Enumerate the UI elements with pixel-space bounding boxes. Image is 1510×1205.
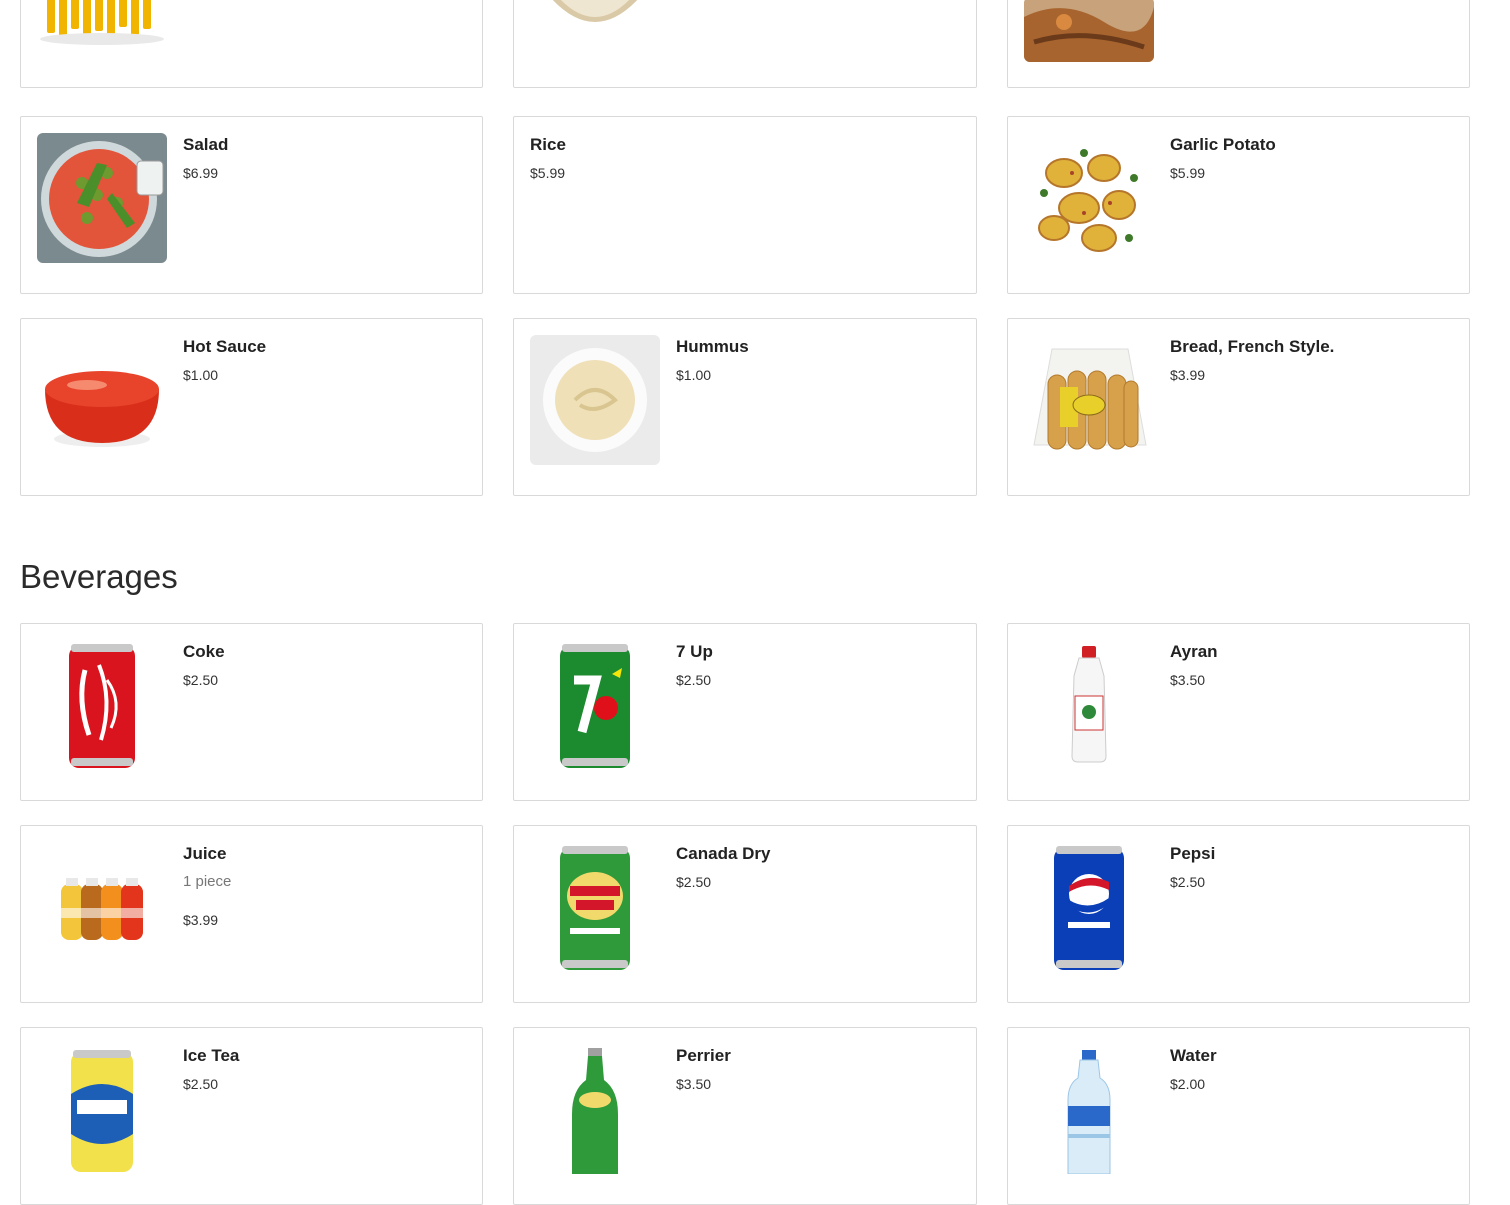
bread-image: [1024, 335, 1154, 465]
menu-item-card[interactable]: Garlic Potato $5.99: [1007, 116, 1470, 294]
item-name: Hummus: [676, 337, 749, 356]
menu-item-card[interactable]: [1007, 0, 1470, 88]
item-price: $2.50: [1170, 874, 1206, 890]
section-title: Beverages: [20, 558, 178, 595]
hummus-image: [530, 335, 660, 465]
menu-item-card[interactable]: Canada Dry $2.50: [513, 825, 977, 1003]
item-name: Canada Dry: [676, 844, 771, 863]
item-name: Rice: [530, 135, 566, 154]
item-name: Perrier: [676, 1046, 731, 1065]
fries-image: [37, 0, 167, 47]
item-price: $5.99: [530, 165, 566, 181]
item-price: $3.99: [1170, 367, 1206, 383]
menu-item-card[interactable]: Juice 1 piece $3.99: [20, 825, 483, 1003]
item-price: $1.00: [676, 367, 712, 383]
item-price: $2.50: [676, 874, 712, 890]
perrier-bottle-image: [530, 1044, 660, 1174]
menu-item-card[interactable]: Ice Tea $2.50: [20, 1027, 483, 1205]
item-name: Water: [1170, 1046, 1217, 1065]
juice-bottles-image: [37, 842, 167, 972]
item-price: $2.00: [1170, 1076, 1206, 1092]
item-price: $3.50: [676, 1076, 712, 1092]
menu-item-card[interactable]: [513, 0, 977, 88]
pepsi-can-image: [1024, 842, 1154, 972]
menu-item-card[interactable]: Water $2.00: [1007, 1027, 1470, 1205]
menu-item-card[interactable]: Ayran $3.50: [1007, 623, 1470, 801]
menu-item-card[interactable]: 7 Up $2.50: [513, 623, 977, 801]
brisk-can-image: [37, 1044, 167, 1174]
item-price: $2.50: [676, 672, 712, 688]
item-name: Salad: [183, 135, 229, 154]
hot-sauce-image: [37, 335, 167, 465]
item-name: Juice: [183, 844, 227, 863]
grilled-chicken-image: [1024, 0, 1154, 62]
item-name: Bread, French Style.: [1170, 337, 1335, 356]
canada-dry-can-image: [530, 842, 660, 972]
menu-item-card[interactable]: [20, 0, 483, 88]
ayran-bottle-image: [1024, 640, 1154, 770]
salad-image: [37, 133, 167, 263]
item-name: Hot Sauce: [183, 337, 267, 356]
item-name: 7 Up: [676, 642, 713, 661]
item-price: $5.99: [1170, 165, 1206, 181]
item-name: Ice Tea: [183, 1046, 240, 1065]
menu-item-card[interactable]: Rice $5.99: [513, 116, 977, 294]
menu-item-card[interactable]: Salad $6.99: [20, 116, 483, 294]
garlic-potato-image: [1024, 133, 1154, 263]
item-description: 1 piece: [183, 873, 232, 890]
menu-item-card[interactable]: Pepsi $2.50: [1007, 825, 1470, 1003]
item-price: $6.99: [183, 165, 219, 181]
item-name: Pepsi: [1170, 844, 1216, 863]
item-price: $2.50: [183, 1076, 219, 1092]
item-name: Ayran: [1170, 642, 1218, 661]
coke-can-image: [37, 640, 167, 770]
item-price: $1.00: [183, 367, 219, 383]
item-price: $3.50: [1170, 672, 1206, 688]
menu-item-card[interactable]: Hot Sauce $1.00: [20, 318, 483, 496]
menu-item-card[interactable]: Hummus $1.00: [513, 318, 977, 496]
menu-item-card[interactable]: Perrier $3.50: [513, 1027, 977, 1205]
item-price: $3.99: [183, 912, 219, 928]
item-price: $2.50: [183, 672, 219, 688]
menu-item-card[interactable]: Coke $2.50: [20, 623, 483, 801]
water-bottle-image: [1024, 1044, 1154, 1174]
menu-item-card[interactable]: Bread, French Style. $3.99: [1007, 318, 1470, 496]
7up-can-image: [530, 640, 660, 770]
bowl-image: [530, 0, 660, 33]
item-name: Garlic Potato: [1170, 135, 1276, 154]
item-name: Coke: [183, 642, 225, 661]
